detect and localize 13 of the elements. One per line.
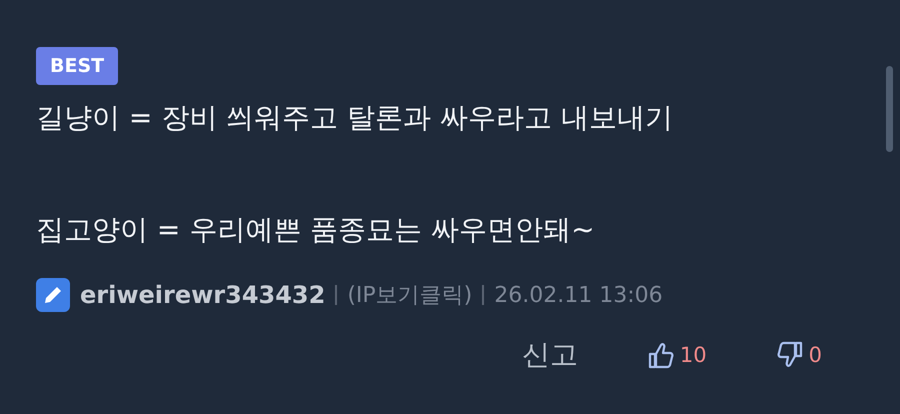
thumbs-up-icon[interactable]	[648, 341, 674, 369]
ip-link[interactable]: (IP보기클릭)	[347, 280, 472, 310]
author-name[interactable]: eriweirewr343432	[80, 281, 326, 309]
comment-text: 집고양이 = 우리예쁜 품종묘는 싸우면안돼~	[36, 212, 596, 248]
report-link[interactable]: 신고	[522, 336, 578, 374]
pencil-icon	[36, 278, 70, 312]
comment-text: 길냥이 = 장비 씌워주고 탈론과 싸우라고 내보내기	[36, 100, 674, 136]
best-badge: BEST	[36, 47, 118, 85]
timestamp: 26.02.11 13:06	[494, 282, 663, 308]
thumbs-down-icon[interactable]	[776, 341, 803, 369]
scrollbar[interactable]	[886, 66, 893, 152]
dislike-count: 0	[808, 343, 822, 367]
like-count: 10	[680, 343, 707, 367]
